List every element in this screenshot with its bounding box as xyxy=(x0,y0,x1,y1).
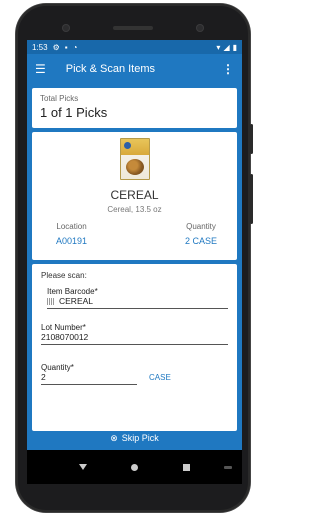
barcode-value: CEREAL xyxy=(59,296,94,306)
menu-icon[interactable]: ☰ xyxy=(35,62,46,76)
app-bar: ☰ Pick & Scan Items ⋮ xyxy=(27,54,242,84)
battery-icon: ▮ xyxy=(232,42,237,52)
more-vert-icon[interactable]: ⋮ xyxy=(222,62,234,76)
barcode-label: Item Barcode* xyxy=(47,287,98,296)
front-sensor xyxy=(196,24,204,32)
product-image xyxy=(119,138,150,180)
skip-pick-button[interactable]: ⊗ Skip Pick xyxy=(27,427,242,449)
unit-link[interactable]: CASE xyxy=(149,373,171,385)
wifi-icon: ▾ xyxy=(216,42,221,52)
barcode-icon xyxy=(47,297,55,305)
keyboard-icon[interactable] xyxy=(224,465,232,469)
scan-prompt: Please scan: xyxy=(41,271,87,280)
recents-icon[interactable] xyxy=(182,463,190,471)
item-card: CEREAL Cereal, 13.5 oz Location A00191 Q… xyxy=(32,132,237,260)
front-camera xyxy=(62,24,70,32)
quantity-field[interactable]: Quantity* 2 CASE xyxy=(41,363,228,385)
system-nav-bar xyxy=(27,450,242,484)
total-picks-card: Total Picks 1 of 1 Picks xyxy=(32,88,237,128)
lot-number-input[interactable]: 2108070012 xyxy=(41,332,228,345)
barcode-input[interactable]: CEREAL xyxy=(47,296,228,309)
cereal-bowl-icon xyxy=(125,159,144,175)
quantity-column: Quantity 2 CASE xyxy=(185,222,217,246)
brand-logo-icon xyxy=(123,142,131,149)
status-bar: 1:53 ⚙ ▪ ◔ ▾ ◢ ▮ xyxy=(27,40,242,54)
power-button xyxy=(250,124,253,154)
earpiece-speaker xyxy=(113,26,153,30)
page-title: Pick & Scan Items xyxy=(65,63,156,75)
quantity-label: Quantity xyxy=(186,222,216,231)
lot-number-field[interactable]: Lot Number* 2108070012 xyxy=(41,323,228,345)
back-icon[interactable] xyxy=(79,464,88,470)
signal-icon: ◢ xyxy=(223,42,230,52)
barcode-field[interactable]: Item Barcode* CEREAL xyxy=(41,287,228,309)
item-name: CEREAL xyxy=(110,188,159,202)
location-column: Location A00191 xyxy=(56,222,87,246)
quantity-input-label: Quantity* xyxy=(41,363,74,372)
settings-gear-icon: ⚙ xyxy=(52,42,60,52)
notification-icon: ▪ xyxy=(64,42,68,52)
skip-pick-label: Skip Pick xyxy=(121,433,159,443)
total-picks-value: 1 of 1 Picks xyxy=(40,105,108,120)
scan-form: Please scan: Item Barcode* CEREAL Lot Nu… xyxy=(32,264,237,431)
item-description: Cereal, 13.5 oz xyxy=(107,205,162,214)
status-time: 1:53 xyxy=(32,42,48,52)
volume-button xyxy=(250,174,253,224)
location-value[interactable]: A00191 xyxy=(56,236,87,246)
app-screen: 1:53 ⚙ ▪ ◔ ▾ ◢ ▮ ☰ Pick & Scan Items ⋮ T… xyxy=(27,40,242,484)
location-label: Location xyxy=(56,222,87,231)
quantity-input[interactable]: 2 xyxy=(41,372,137,385)
total-picks-label: Total Picks xyxy=(40,94,79,103)
lot-number-label: Lot Number* xyxy=(41,323,86,332)
quantity-value[interactable]: 2 CASE xyxy=(185,236,217,246)
home-icon[interactable] xyxy=(131,463,139,471)
cancel-circle-icon: ⊗ xyxy=(110,432,118,443)
sync-icon: ◔ xyxy=(72,42,78,52)
